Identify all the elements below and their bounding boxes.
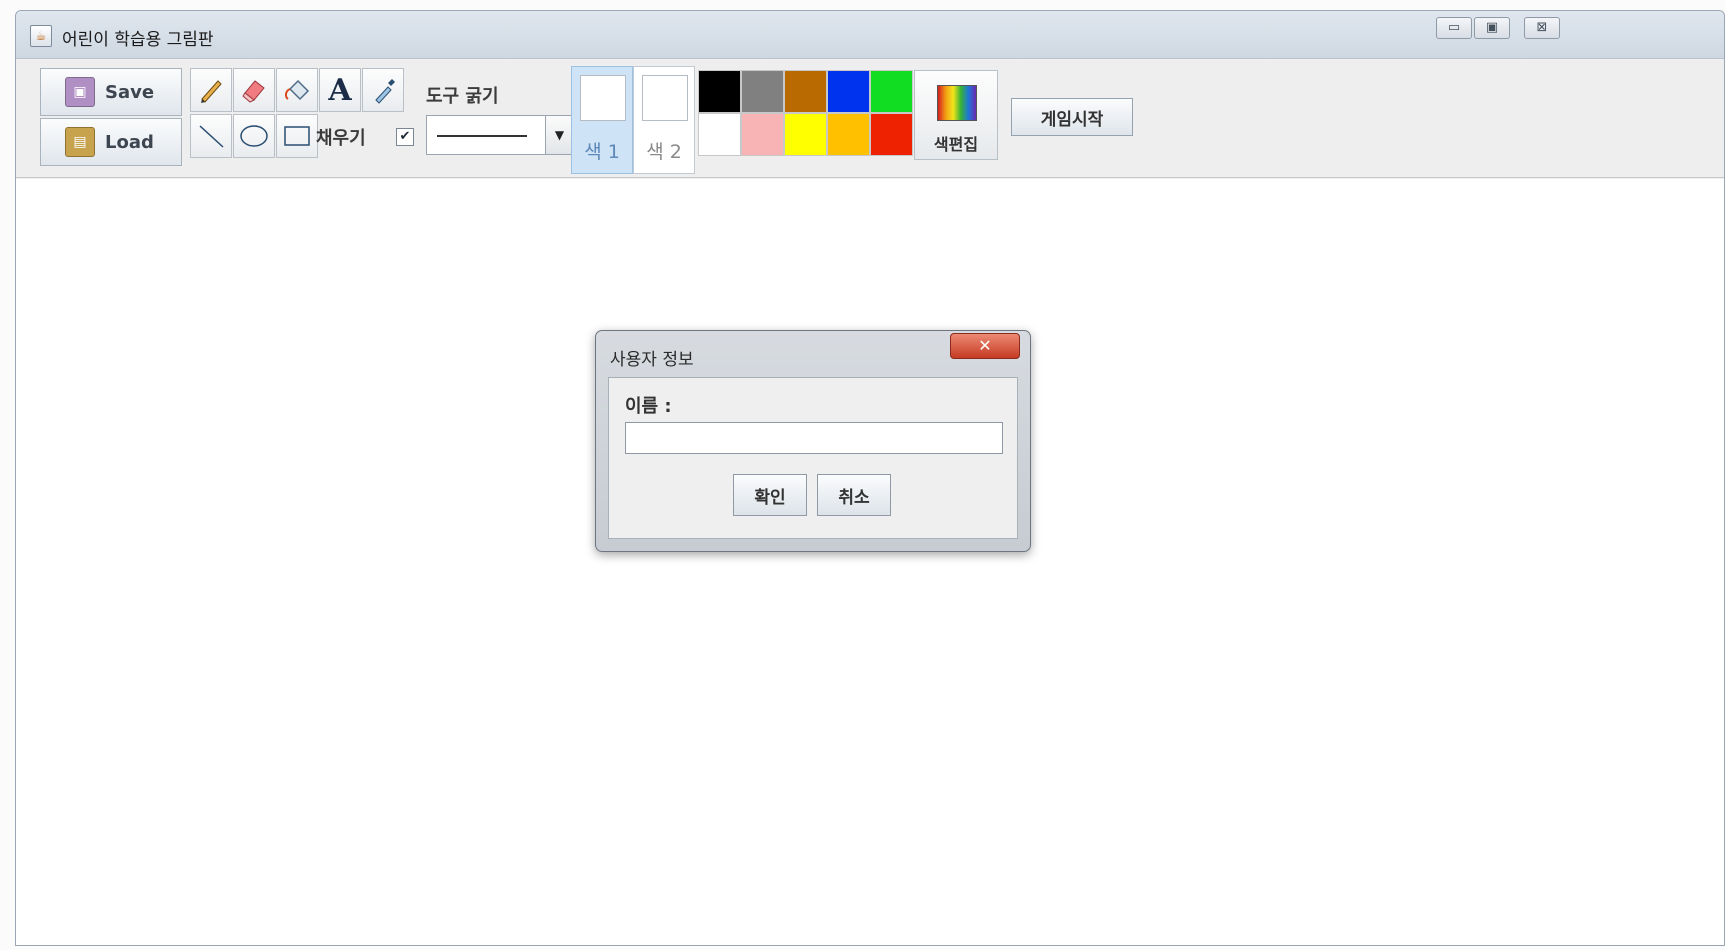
color2-label: 색 2 (646, 141, 682, 163)
edit-colors-button[interactable]: 색편집 (914, 70, 998, 160)
title-bar[interactable]: ☕ 어린이 학습용 그림판 ▭ ▣ ⊠ (16, 11, 1724, 59)
floppy-disk-icon: ▣ (65, 77, 95, 107)
thickness-preview-line (437, 135, 527, 137)
palette-swatch[interactable] (784, 113, 827, 156)
load-label: Load (105, 131, 154, 153)
ok-button[interactable]: 확인 (733, 474, 807, 516)
line-tool-button[interactable] (190, 114, 232, 158)
color2-swatch (642, 75, 688, 121)
color1-label: 색 1 (584, 141, 620, 163)
tool-palette: A (190, 68, 406, 162)
palette-swatch[interactable] (827, 70, 870, 113)
fill-checkbox[interactable]: ✔ (396, 128, 414, 146)
color1-swatch (580, 75, 626, 121)
eraser-icon (242, 80, 265, 103)
fill-tool-button[interactable] (276, 68, 318, 112)
pencil-tool-button[interactable] (190, 68, 232, 112)
name-input[interactable] (625, 422, 1003, 454)
palette-swatch[interactable] (741, 113, 784, 156)
cancel-button[interactable]: 취소 (817, 474, 891, 516)
palette-swatch[interactable] (741, 70, 784, 113)
color-palette (698, 70, 914, 156)
folder-open-icon: ▤ (65, 127, 95, 157)
dialog-title: 사용자 정보 (610, 350, 694, 370)
minimize-button[interactable]: ▭ (1436, 17, 1472, 39)
palette-swatch[interactable] (698, 113, 741, 156)
toolbar: ▣ Save ▤ Load A 채우기 ✔ 도구 굵기 ▼ 색 1 색 2 색편… (16, 60, 1724, 178)
fill-label: 채우기 (316, 128, 366, 149)
window-title: 어린이 학습용 그림판 (62, 30, 214, 50)
palette-swatch[interactable] (827, 113, 870, 156)
ellipse-tool-icon (240, 125, 268, 147)
pencil-icon (201, 80, 222, 103)
palette-swatch[interactable] (870, 70, 913, 113)
save-label: Save (105, 81, 155, 103)
thickness-select[interactable]: ▼ (426, 115, 574, 155)
palette-swatch[interactable] (870, 113, 913, 156)
load-button[interactable]: ▤ Load (40, 118, 182, 166)
dialog-body: 이름 : 확인 취소 (608, 377, 1018, 539)
rectangle-tool-button[interactable] (276, 114, 318, 158)
eyedropper-icon (375, 79, 395, 104)
drawing-canvas[interactable] (16, 179, 1724, 945)
thickness-label: 도구 굵기 (426, 86, 499, 107)
dialog-close-button[interactable]: ✕ (950, 333, 1020, 359)
edit-colors-label: 색편집 (933, 135, 979, 154)
text-tool-icon: A (328, 72, 352, 108)
rectangle-tool-icon (284, 126, 310, 146)
name-label: 이름 : (625, 396, 672, 417)
color2-slot[interactable]: 색 2 (633, 66, 695, 174)
save-button[interactable]: ▣ Save (40, 68, 182, 116)
java-app-icon: ☕ (30, 25, 52, 47)
maximize-button[interactable]: ▣ (1474, 17, 1510, 39)
palette-swatch[interactable] (784, 70, 827, 113)
line-tool-icon (199, 125, 224, 148)
screen: ☕ 어린이 학습용 그림판 ▭ ▣ ⊠ ▣ Save ▤ Load A 채우기 … (0, 0, 1725, 950)
eyedropper-tool-button[interactable] (362, 68, 404, 112)
fill-bucket-icon (284, 79, 310, 101)
chevron-down-icon[interactable]: ▼ (545, 116, 573, 154)
color1-slot[interactable]: 색 1 (571, 66, 633, 174)
close-window-button[interactable]: ⊠ (1524, 17, 1560, 39)
game-start-button[interactable]: 게임시작 (1011, 98, 1133, 136)
eraser-tool-button[interactable] (233, 68, 275, 112)
color-spectrum-icon (937, 85, 977, 121)
text-tool-button[interactable]: A (319, 68, 361, 112)
palette-swatch[interactable] (698, 70, 741, 113)
user-info-dialog: 사용자 정보 ✕ 이름 : 확인 취소 (595, 330, 1031, 552)
ellipse-tool-button[interactable] (233, 114, 275, 158)
